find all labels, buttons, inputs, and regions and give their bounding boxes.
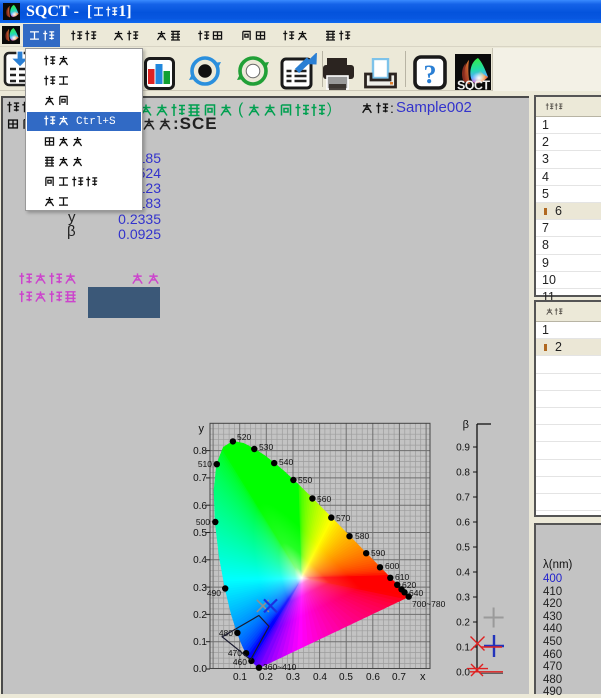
svg-text:0.9: 0.9: [456, 443, 470, 454]
svg-text:0.6: 0.6: [456, 518, 470, 529]
svg-text:0.1: 0.1: [233, 672, 247, 683]
svg-text:0.2: 0.2: [456, 618, 470, 629]
svg-text:460: 460: [233, 657, 247, 667]
svg-text:?: ?: [424, 60, 437, 89]
svg-text:0.8: 0.8: [456, 468, 470, 479]
svg-text:560: 560: [317, 494, 331, 504]
svg-text:640: 640: [409, 588, 423, 598]
svg-text:510: 510: [198, 459, 212, 469]
svg-text:0.1: 0.1: [456, 643, 470, 654]
svg-text:y: y: [199, 423, 205, 435]
svg-text:590: 590: [371, 548, 385, 558]
svg-text:0.4: 0.4: [193, 555, 207, 566]
svg-text:0.4: 0.4: [456, 568, 470, 579]
svg-text:540: 540: [279, 457, 293, 467]
svg-text:0.3: 0.3: [193, 583, 207, 594]
svg-text:0.7: 0.7: [193, 473, 207, 484]
svg-text:700~780: 700~780: [412, 599, 446, 609]
svg-text:500: 500: [196, 517, 210, 527]
svg-text:0.4: 0.4: [313, 672, 327, 683]
svg-text:0.2: 0.2: [259, 672, 273, 683]
svg-text:0.5: 0.5: [193, 528, 207, 539]
svg-text:580: 580: [355, 531, 369, 541]
svg-text:0.3: 0.3: [286, 672, 300, 683]
svg-text:0.8: 0.8: [193, 446, 207, 457]
svg-text:570: 570: [336, 513, 350, 523]
svg-text:x: x: [420, 671, 426, 683]
svg-text:520: 520: [237, 432, 251, 442]
svg-text:0.7: 0.7: [392, 672, 406, 683]
svg-text:490: 490: [207, 588, 221, 598]
svg-text:0.6: 0.6: [193, 501, 207, 512]
svg-text:0.0: 0.0: [193, 664, 207, 675]
svg-text:0.2: 0.2: [193, 610, 207, 621]
svg-text:530: 530: [259, 442, 273, 452]
svg-text:0.1: 0.1: [193, 637, 207, 648]
svg-text:0.3: 0.3: [456, 593, 470, 604]
svg-text:360~410: 360~410: [263, 662, 297, 672]
svg-text:600: 600: [385, 561, 399, 571]
svg-text:0.7: 0.7: [456, 493, 470, 504]
svg-text:550: 550: [298, 475, 312, 485]
svg-text:0.5: 0.5: [456, 543, 470, 554]
svg-text:SQCT: SQCT: [457, 79, 490, 91]
svg-text:0.6: 0.6: [366, 672, 380, 683]
svg-text:β: β: [463, 419, 469, 431]
svg-text:0.5: 0.5: [339, 672, 353, 683]
svg-text:480: 480: [219, 628, 233, 638]
